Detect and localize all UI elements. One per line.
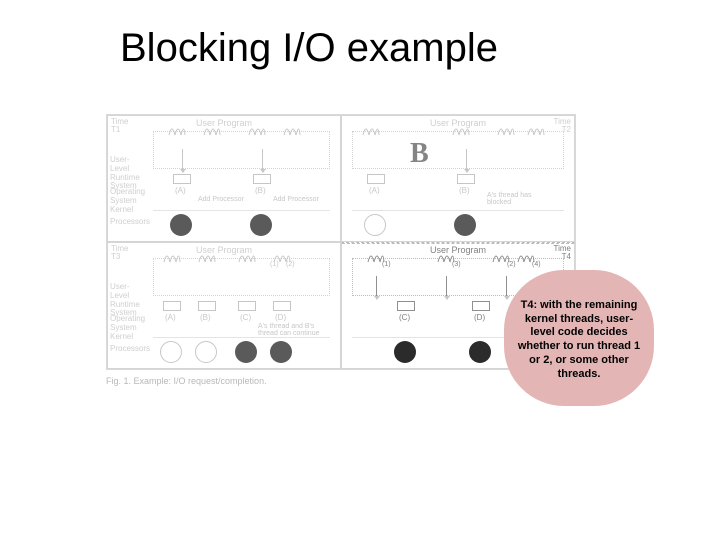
processor-on-icon [454, 214, 476, 236]
note-blocked: A's thread has blocked [487, 192, 547, 207]
dashed-separator [342, 243, 574, 244]
thread-id-2: (2) [286, 261, 295, 268]
figure-caption: Fig. 1. Example: I/O request/completion. [106, 376, 576, 386]
row-label-kernel: Operating System Kernel [110, 315, 144, 341]
thread-coil-icon [168, 121, 186, 137]
processor-on-icon [394, 341, 416, 363]
thread-coil-icon [283, 121, 301, 137]
kernel-thread-box [173, 174, 191, 184]
proc-label-b: (B) [255, 186, 266, 195]
callout-text: T4: with the remaining kernel threads, u… [516, 299, 642, 382]
arrow-down-icon [376, 276, 377, 299]
big-b-marker: B [410, 138, 429, 170]
processor-on-icon [270, 341, 292, 363]
note-add-processor: Add Processor [198, 196, 244, 203]
proc-label-d: (D) [275, 313, 286, 322]
panel-t1: Time T1 User Program User-Level Runtime … [107, 115, 341, 242]
slide-title: Blocking I/O example [120, 26, 498, 71]
thread-coil-icon [452, 121, 470, 137]
proc-label-c: (C) [240, 313, 251, 322]
thread-coil-icon [497, 121, 515, 137]
callout-bubble: T4: with the remaining kernel threads, u… [504, 270, 654, 406]
arrow-down-icon [446, 276, 447, 299]
panel-t3: Time T3 User Program User-Level Runtime … [107, 242, 341, 369]
processor-line [352, 210, 564, 211]
thread-coil-icon [362, 121, 380, 137]
thread-id-1: (1) [382, 261, 391, 268]
thread-id-1: (1) [270, 261, 279, 268]
thread-coil-icon [238, 248, 256, 264]
thread-coil-icon [203, 121, 221, 137]
thread-id-3: (3) [452, 261, 461, 268]
thread-coil-icon [163, 248, 181, 264]
kernel-thread-box [163, 301, 181, 311]
processor-off-icon [160, 341, 182, 363]
processor-line [153, 210, 330, 211]
note-add-processor: Add Processor [273, 196, 319, 203]
processor-on-icon [235, 341, 257, 363]
proc-label-b: (B) [200, 313, 211, 322]
thread-id-4: (4) [532, 261, 541, 268]
row-label-processors: Processors [110, 345, 144, 354]
processor-off-icon [364, 214, 386, 236]
processor-line [153, 337, 330, 338]
proc-label-b: (B) [459, 186, 470, 195]
time-label-t3: Time T3 [111, 245, 128, 262]
kernel-thread-box [472, 301, 490, 311]
processor-on-icon [250, 214, 272, 236]
row-label-kernel: Operating System Kernel [110, 188, 144, 214]
arrow-down-icon [262, 149, 263, 172]
note-continue: A's thread and B's thread can continue [258, 323, 328, 338]
processor-off-icon [195, 341, 217, 363]
processor-on-icon [469, 341, 491, 363]
row-label-processors: Processors [110, 218, 144, 227]
kernel-thread-box [253, 174, 271, 184]
arrow-down-icon [182, 149, 183, 172]
proc-label-a: (A) [369, 186, 380, 195]
time-label-t1: Time T1 [111, 118, 128, 135]
proc-label-c: (C) [399, 313, 410, 322]
kernel-thread-box [397, 301, 415, 311]
row-label-userlevel: User-Level Runtime System [110, 156, 144, 191]
kernel-thread-box [367, 174, 385, 184]
arrow-down-icon [506, 276, 507, 299]
arrow-down-icon [466, 149, 467, 172]
proc-label-a: (A) [165, 313, 176, 322]
panel-t2: User Program Time T2 B (A) (B) [341, 115, 575, 242]
thread-coil-icon [248, 121, 266, 137]
kernel-thread-box [457, 174, 475, 184]
processor-on-icon [170, 214, 192, 236]
kernel-thread-box [273, 301, 291, 311]
kernel-thread-box [238, 301, 256, 311]
proc-label-d: (D) [474, 313, 485, 322]
row-label-userlevel: User-Level Runtime System [110, 283, 144, 318]
thread-coil-icon [198, 248, 216, 264]
kernel-thread-box [198, 301, 216, 311]
thread-coil-icon [527, 121, 545, 137]
thread-id-2: (2) [507, 261, 516, 268]
proc-label-a: (A) [175, 186, 186, 195]
